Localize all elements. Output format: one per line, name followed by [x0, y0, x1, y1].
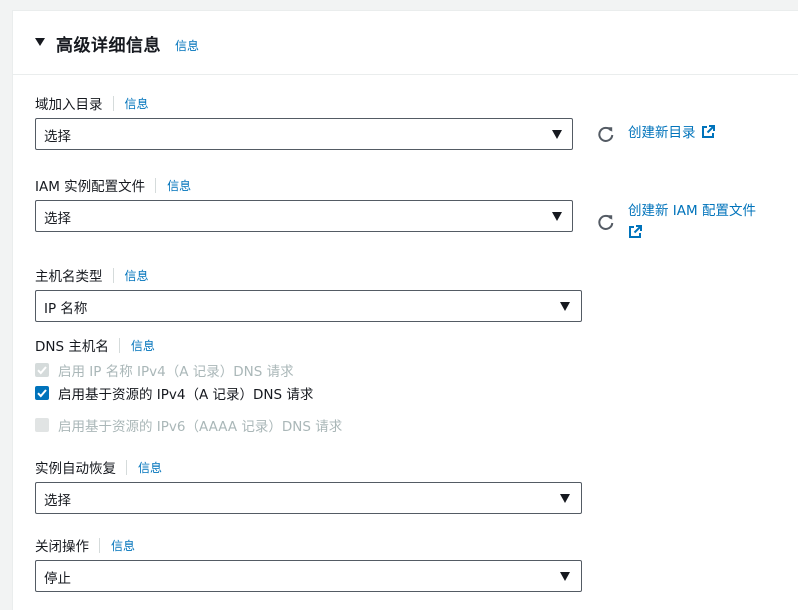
- chevron-down-icon: [560, 302, 570, 311]
- refresh-icon[interactable]: [596, 124, 616, 144]
- divider: [99, 537, 100, 553]
- auto-recovery-value: 选择: [44, 493, 71, 509]
- checkbox-resource-ipv4[interactable]: [35, 386, 49, 400]
- domain-join-select[interactable]: 选择: [35, 118, 573, 150]
- checkbox-ip-name-ipv4: [35, 363, 49, 377]
- auto-recovery-info-link[interactable]: 信息: [138, 459, 162, 476]
- auto-recovery-label-row: 实例自动恢复 信息: [35, 457, 162, 477]
- dns-option-ip-name: 启用 IP 名称 IPv4（A 记录）DNS 请求: [35, 360, 294, 380]
- shutdown-behavior-select[interactable]: 停止: [35, 560, 582, 592]
- dns-hostname-label-row: DNS 主机名 信息: [35, 335, 155, 355]
- divider: [118, 337, 120, 353]
- panel-header[interactable]: 高级详细信息 信息: [13, 11, 798, 75]
- iam-profile-info-link[interactable]: 信息: [167, 177, 191, 194]
- checkmark-icon: [37, 389, 47, 398]
- chevron-down-icon: [552, 130, 562, 139]
- shutdown-behavior-label-row: 关闭操作 信息: [35, 535, 135, 555]
- chevron-down-icon: [560, 572, 570, 581]
- domain-join-label-row: 域加入目录 信息: [35, 93, 149, 113]
- hostname-type-value: IP 名称: [44, 301, 88, 317]
- dns-option-resource-ipv6-label: 启用基于资源的 IPv6（AAAA 记录）DNS 请求: [58, 419, 343, 435]
- shutdown-behavior-info-link[interactable]: 信息: [111, 537, 135, 554]
- create-directory-link[interactable]: 创建新目录: [628, 122, 715, 144]
- auto-recovery-label: 实例自动恢复: [35, 461, 116, 477]
- create-iam-profile-link[interactable]: 创建新 IAM 配置文件: [628, 200, 756, 222]
- external-link-icon[interactable]: [628, 224, 642, 238]
- dns-hostname-info-link[interactable]: 信息: [131, 337, 155, 354]
- create-directory-link-text[interactable]: 创建新目录: [628, 125, 696, 141]
- iam-profile-label-row: IAM 实例配置文件 信息: [35, 175, 191, 195]
- advanced-details-panel: 高级详细信息 信息 域加入目录 信息 选择 创建新目录 IAM 实例配置文件 信…: [12, 10, 798, 610]
- dns-hostname-label: DNS 主机名: [35, 339, 109, 355]
- auto-recovery-select[interactable]: 选择: [35, 482, 582, 514]
- checkbox-resource-ipv6: [35, 418, 49, 432]
- dns-option-resource-ipv4[interactable]: 启用基于资源的 IPv4（A 记录）DNS 请求: [35, 383, 313, 403]
- checkmark-icon: [37, 366, 47, 375]
- panel-title: 高级详细信息: [56, 36, 161, 56]
- iam-profile-value: 选择: [44, 211, 71, 227]
- divider: [126, 459, 127, 475]
- domain-join-value: 选择: [44, 129, 71, 145]
- shutdown-behavior-label: 关闭操作: [35, 539, 89, 555]
- hostname-type-label-row: 主机名类型 信息: [35, 265, 149, 285]
- shutdown-behavior-value: 停止: [44, 571, 71, 587]
- hostname-type-label: 主机名类型: [35, 269, 103, 285]
- dns-option-resource-ipv4-label[interactable]: 启用基于资源的 IPv4（A 记录）DNS 请求: [58, 383, 313, 403]
- create-iam-profile-external[interactable]: [628, 222, 642, 244]
- refresh-icon[interactable]: [596, 212, 616, 232]
- iam-profile-select[interactable]: 选择: [35, 200, 573, 232]
- divider: [112, 267, 114, 283]
- domain-join-info-link[interactable]: 信息: [125, 95, 149, 112]
- dns-option-ip-name-label: 启用 IP 名称 IPv4（A 记录）DNS 请求: [58, 364, 294, 380]
- section-info-link[interactable]: 信息: [175, 37, 199, 54]
- caret-down-icon[interactable]: [35, 38, 45, 46]
- external-link-icon[interactable]: [701, 124, 715, 138]
- iam-profile-label: IAM 实例配置文件: [35, 179, 146, 195]
- divider: [155, 177, 157, 193]
- dns-option-resource-ipv6: 启用基于资源的 IPv6（AAAA 记录）DNS 请求: [35, 415, 342, 435]
- chevron-down-icon: [552, 212, 562, 221]
- hostname-type-info-link[interactable]: 信息: [125, 267, 149, 284]
- divider: [112, 95, 114, 111]
- hostname-type-select[interactable]: IP 名称: [35, 290, 582, 322]
- domain-join-label: 域加入目录: [35, 97, 103, 113]
- chevron-down-icon: [560, 494, 570, 503]
- create-iam-profile-link-text[interactable]: 创建新 IAM 配置文件: [628, 203, 756, 219]
